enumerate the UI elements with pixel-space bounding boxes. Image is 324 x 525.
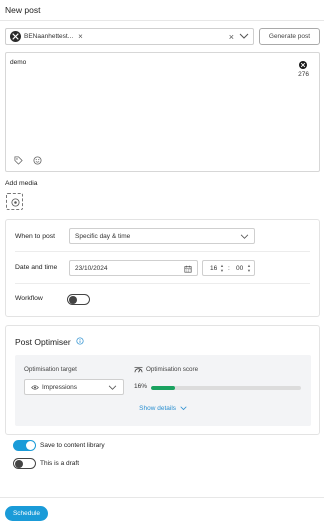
target-label: Optimisation target <box>24 366 77 373</box>
account-select[interactable]: BENaanhettest... × × <box>5 28 254 45</box>
draft-toggle[interactable] <box>13 458 36 469</box>
header-divider <box>0 20 324 21</box>
optimiser-title: Post Optimiser <box>15 337 71 347</box>
date-time-label: Date and time <box>15 264 58 271</box>
chevron-down-icon[interactable] <box>239 33 249 40</box>
hour-spinner-icon[interactable]: ▲ ▼ <box>220 263 224 273</box>
emoji-icon[interactable] <box>33 156 42 165</box>
target-value: Impressions <box>42 384 78 391</box>
hour-field[interactable]: 16 <box>210 265 217 272</box>
row-divider <box>15 251 310 252</box>
add-media-icon <box>11 198 20 207</box>
x-logo-icon <box>10 31 21 42</box>
workflow-toggle[interactable] <box>67 294 90 305</box>
minute-spinner-icon[interactable]: ▲ ▼ <box>247 263 251 273</box>
date-input[interactable]: 23/10/2024 <box>69 260 198 276</box>
optimiser-panel: Optimisation target Impressions Optimisa… <box>15 355 311 426</box>
save-to-library-toggle[interactable] <box>13 440 36 451</box>
score-label: Optimisation score <box>146 366 199 373</box>
page-title: New post <box>5 5 41 15</box>
draft-label: This is a draft <box>40 460 80 467</box>
score-percent: 16% <box>134 383 148 390</box>
add-media-label: Add media <box>5 180 38 187</box>
chip-remove-icon[interactable]: × <box>78 32 83 41</box>
when-to-post-select[interactable]: Specific day & time <box>69 228 255 244</box>
row-divider <box>15 283 310 284</box>
score-bar-fill <box>151 386 175 390</box>
date-value: 23/10/2024 <box>75 265 108 272</box>
scheduling-card: When to post Specific day & time Date an… <box>5 219 320 317</box>
score-bar <box>151 386 301 390</box>
show-details-link[interactable]: Show details <box>15 405 311 412</box>
gauge-icon <box>134 366 143 373</box>
optimisation-target-select[interactable]: Impressions <box>24 379 124 395</box>
x-logo-icon <box>299 61 307 69</box>
add-media-button[interactable] <box>6 193 23 210</box>
char-count: 276 <box>298 71 309 78</box>
chevron-down-icon <box>108 385 117 390</box>
save-to-library-label: Save to content library <box>40 442 105 449</box>
workflow-label: Workflow <box>15 295 43 302</box>
schedule-button[interactable]: Schedule <box>5 506 48 521</box>
footer-divider <box>0 497 324 498</box>
account-chip-label: BENaanhettest... <box>24 33 74 40</box>
time-separator: : <box>228 265 230 272</box>
post-editor[interactable]: demo 276 <box>5 52 320 172</box>
time-input[interactable]: 16 ▲ ▼ : 00 ▲ ▼ <box>202 260 255 276</box>
eye-icon <box>31 385 39 390</box>
post-text[interactable]: demo <box>10 59 26 66</box>
chevron-down-icon <box>180 406 187 410</box>
when-to-post-label: When to post <box>15 233 56 240</box>
post-optimiser-card: Post Optimiser Optimisation target Impre… <box>5 325 320 435</box>
generate-post-button[interactable]: Generate post <box>259 28 320 45</box>
info-icon[interactable] <box>76 337 84 345</box>
chevron-down-icon <box>240 234 249 239</box>
tag-icon[interactable] <box>14 156 23 165</box>
close-icon[interactable]: × <box>229 31 234 43</box>
minute-field[interactable]: 00 <box>236 265 243 272</box>
when-to-post-value: Specific day & time <box>75 233 131 240</box>
account-chip: BENaanhettest... × <box>10 31 83 42</box>
calendar-icon[interactable] <box>184 265 192 273</box>
show-details-label: Show details <box>139 405 177 412</box>
